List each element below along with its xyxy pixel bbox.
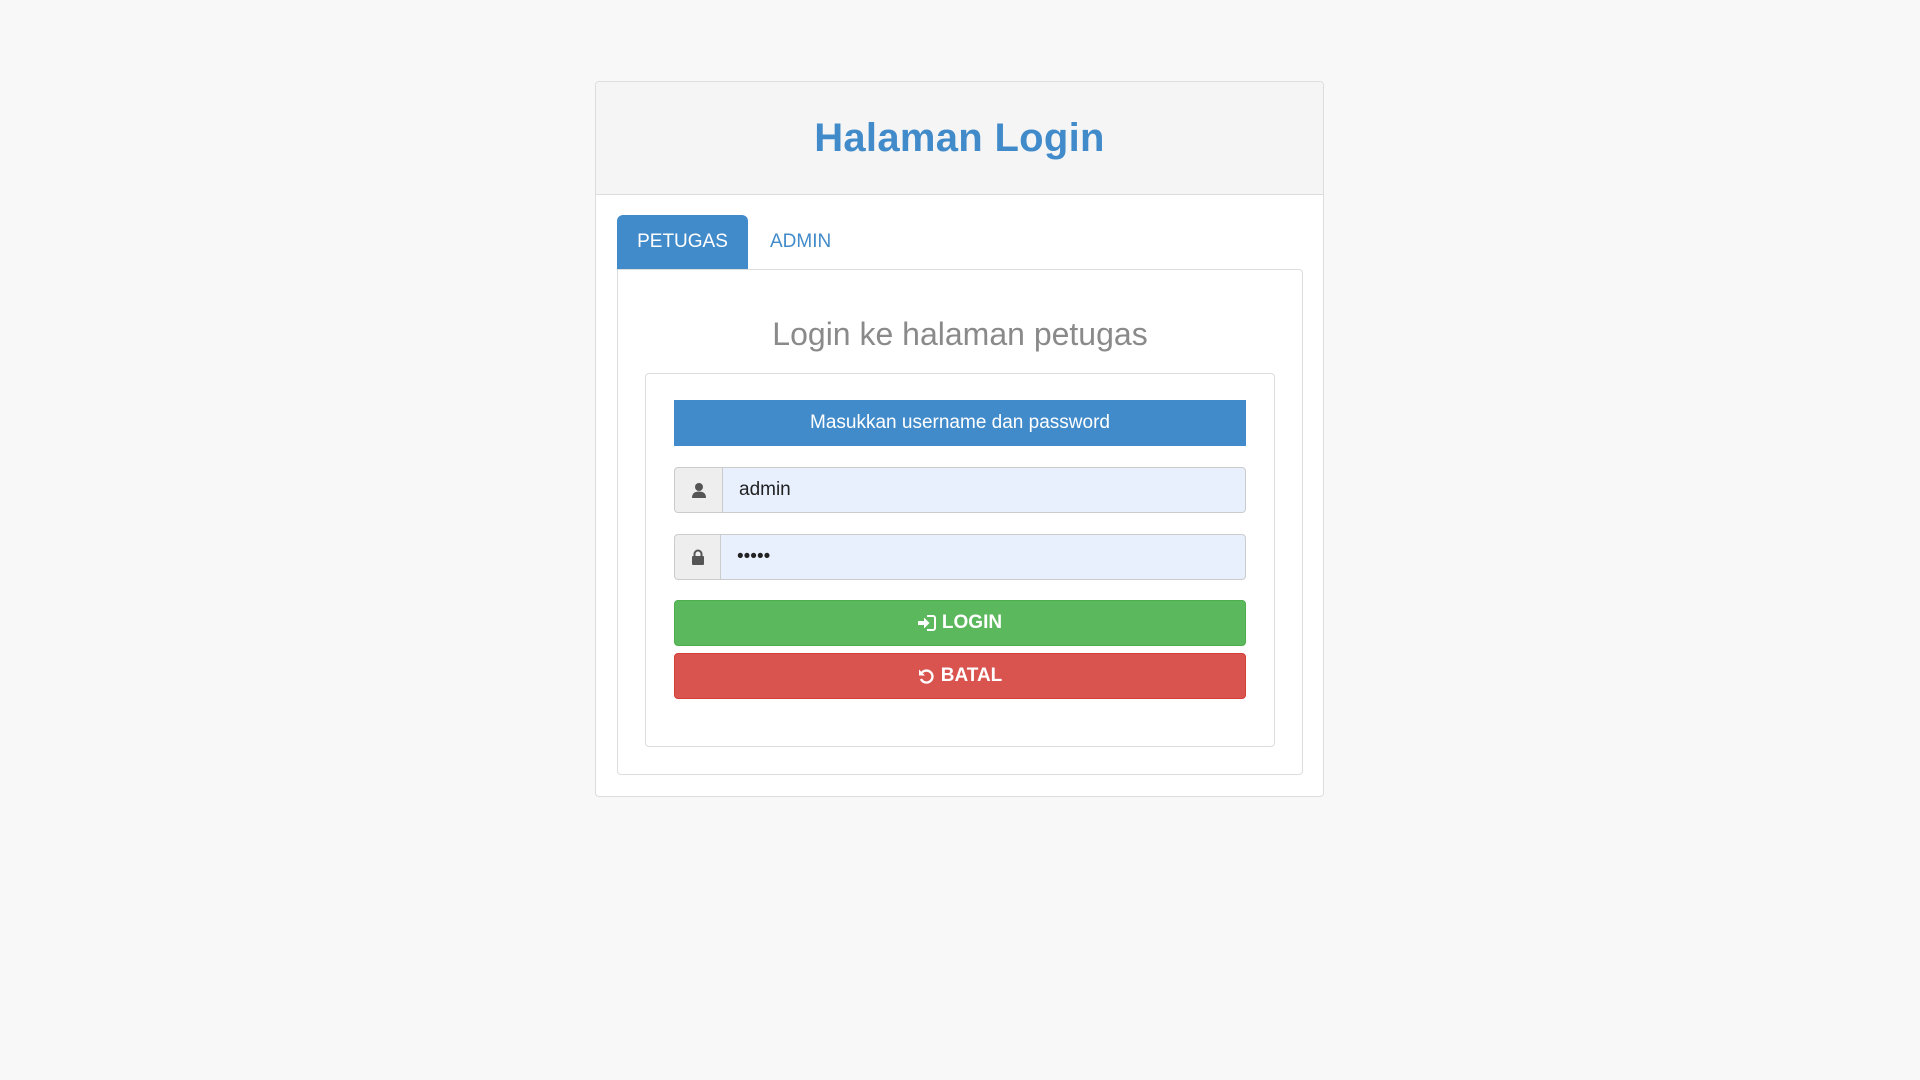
login-panel: Halaman Login PETUGAS ADMIN Login ke hal… xyxy=(595,81,1324,797)
user-icon xyxy=(674,467,722,513)
notice-bar: Masukkan username dan password xyxy=(674,400,1246,446)
panel-heading: Halaman Login xyxy=(596,82,1323,195)
lock-icon xyxy=(674,534,720,580)
sign-in-icon xyxy=(917,615,936,631)
content-title: Login ke halaman petugas xyxy=(772,316,1148,352)
username-input[interactable] xyxy=(722,467,1246,513)
tab-content-petugas: Login ke halaman petugas Masukkan userna… xyxy=(617,269,1303,775)
password-input[interactable] xyxy=(720,534,1246,580)
username-group xyxy=(674,467,1246,513)
login-button[interactable]: LOGIN xyxy=(674,600,1246,646)
tab-petugas[interactable]: PETUGAS xyxy=(617,215,748,269)
undo-icon xyxy=(918,668,935,685)
cancel-button[interactable]: BATAL xyxy=(674,653,1246,699)
page-title: Halaman Login xyxy=(814,115,1105,160)
login-form-box: Masukkan username dan password admin LOG… xyxy=(645,373,1275,747)
cancel-button-label: BATAL xyxy=(940,665,1003,686)
login-button-label: LOGIN xyxy=(941,612,1003,633)
tab-admin[interactable]: ADMIN xyxy=(748,215,853,269)
password-group xyxy=(674,534,1246,580)
login-tabs: PETUGAS ADMIN xyxy=(617,215,853,269)
